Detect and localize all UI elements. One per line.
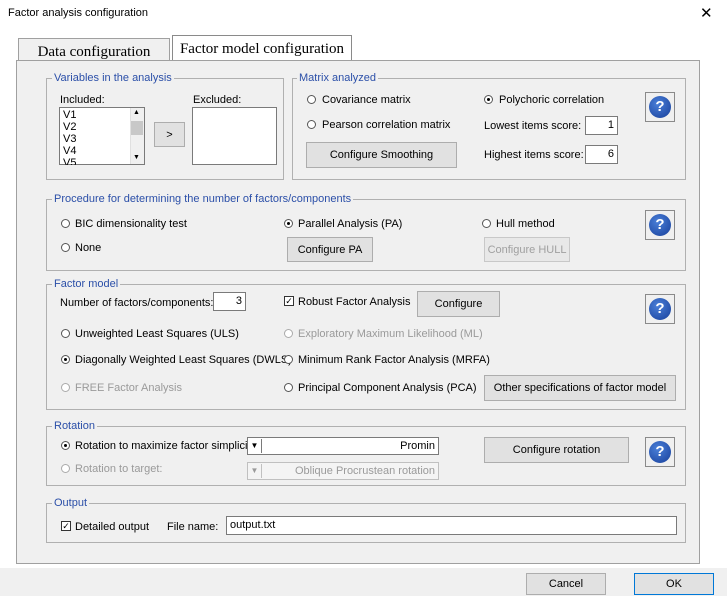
rotation-target-value: Oblique Procrustean rotation xyxy=(294,465,435,477)
pa-label: Parallel Analysis (PA) xyxy=(298,218,403,230)
detailed-output-label: Detailed output xyxy=(75,521,149,533)
list-item[interactable]: V1 xyxy=(63,109,76,121)
robust-checkbox[interactable]: ✓ xyxy=(284,296,294,306)
help-button-rotation[interactable]: ? xyxy=(645,437,675,467)
tab-factor-model-configuration[interactable]: Factor model configuration xyxy=(172,35,352,62)
rotation-maximize-value: Promin xyxy=(400,440,435,452)
list-item[interactable]: V2 xyxy=(63,121,76,133)
close-icon[interactable]: ✕ xyxy=(700,4,713,22)
configure-smoothing-button[interactable]: Configure Smoothing xyxy=(306,142,457,168)
pa-radio[interactable] xyxy=(284,219,293,228)
rotation-group-label: Rotation xyxy=(52,420,97,432)
list-item[interactable]: V3 xyxy=(63,133,76,145)
free-label: FREE Factor Analysis xyxy=(75,382,182,394)
none-radio[interactable] xyxy=(61,243,70,252)
chevron-down-icon[interactable]: ▼ xyxy=(248,464,262,478)
scroll-down-arrow[interactable]: ▼ xyxy=(133,154,140,161)
configure-robust-button[interactable]: Configure xyxy=(417,291,500,317)
help-button-factor-model[interactable]: ? xyxy=(645,294,675,324)
rotation-maximize-select[interactable]: ▼ Promin xyxy=(247,437,439,455)
covariance-label: Covariance matrix xyxy=(322,94,411,106)
file-name-input[interactable]: output.txt xyxy=(226,516,677,535)
hull-radio[interactable] xyxy=(482,219,491,228)
configure-hull-button[interactable]: Configure HULL xyxy=(484,237,570,262)
scroll-up-arrow[interactable]: ▲ xyxy=(133,109,140,116)
cancel-button[interactable]: Cancel xyxy=(526,573,606,595)
bic-label: BIC dimensionality test xyxy=(75,218,187,230)
rotation-target-label: Rotation to target: xyxy=(75,463,163,475)
dwls-radio[interactable] xyxy=(61,355,70,364)
pearson-label: Pearson correlation matrix xyxy=(322,119,451,131)
highest-score-label: Highest items score: xyxy=(484,149,584,161)
num-factors-input[interactable]: 3 xyxy=(213,292,246,311)
help-question-icon: ? xyxy=(649,298,671,320)
help-question-icon: ? xyxy=(649,441,671,463)
dwls-label: Diagonally Weighted Least Squares (DWLS) xyxy=(75,354,292,366)
polychoric-label: Polychoric correlation xyxy=(499,94,605,106)
configure-rotation-button[interactable]: Configure rotation xyxy=(484,437,629,463)
num-factors-label: Number of factors/components: xyxy=(60,297,214,309)
matrix-group-label: Matrix analyzed xyxy=(297,72,379,84)
rotation-target-select[interactable]: ▼ Oblique Procrustean rotation xyxy=(247,462,439,480)
help-button-procedure[interactable]: ? xyxy=(645,210,675,240)
rotation-maximize-label: Rotation to maximize factor simplicity: xyxy=(75,440,259,452)
none-label: None xyxy=(75,242,102,254)
ok-button[interactable]: OK xyxy=(634,573,714,595)
covariance-radio[interactable] xyxy=(307,95,316,104)
polychoric-radio[interactable] xyxy=(484,95,493,104)
chevron-down-icon[interactable]: ▼ xyxy=(248,439,262,453)
ml-label: Exploratory Maximum Likelihood (ML) xyxy=(298,328,483,340)
scroll-thumb[interactable] xyxy=(131,121,143,135)
list-item[interactable]: V4 xyxy=(63,145,76,157)
highest-score-input[interactable]: 6 xyxy=(585,145,618,164)
help-button-matrix[interactable]: ? xyxy=(645,92,675,122)
list-item[interactable]: V5 xyxy=(63,157,76,165)
hull-label: Hull method xyxy=(496,218,555,230)
uls-label: Unweighted Least Squares (ULS) xyxy=(75,328,239,340)
pca-label: Principal Component Analysis (PCA) xyxy=(298,382,477,394)
lowest-score-input[interactable]: 1 xyxy=(585,116,618,135)
bic-radio[interactable] xyxy=(61,219,70,228)
window-title: Factor analysis configuration xyxy=(8,7,149,19)
rotation-maximize-radio[interactable] xyxy=(61,441,70,450)
configure-pa-button[interactable]: Configure PA xyxy=(287,237,373,262)
factor-model-group-label: Factor model xyxy=(52,278,121,290)
variables-group-label: Variables in the analysis xyxy=(52,72,174,84)
output-group-label: Output xyxy=(52,497,90,509)
free-radio[interactable] xyxy=(61,383,70,392)
included-label: Included: xyxy=(60,94,105,106)
robust-label: Robust Factor Analysis xyxy=(298,296,411,308)
dialog-footer xyxy=(0,568,727,596)
uls-radio[interactable] xyxy=(61,329,70,338)
file-name-label: File name: xyxy=(167,521,219,533)
mrfa-radio[interactable] xyxy=(284,355,293,364)
tab-data-configuration[interactable]: Data configuration xyxy=(18,38,170,62)
move-variable-button[interactable]: > xyxy=(154,122,185,147)
other-specifications-button[interactable]: Other specifications of factor model xyxy=(484,375,676,401)
ml-radio[interactable] xyxy=(284,329,293,338)
lowest-score-label: Lowest items score: xyxy=(484,120,582,132)
excluded-list[interactable] xyxy=(192,107,277,165)
pca-radio[interactable] xyxy=(284,383,293,392)
help-question-icon: ? xyxy=(649,96,671,118)
excluded-label: Excluded: xyxy=(193,94,242,106)
procedure-group-label: Procedure for determining the number of … xyxy=(52,193,354,205)
pearson-radio[interactable] xyxy=(307,120,316,129)
detailed-output-checkbox[interactable]: ✓ xyxy=(61,521,71,531)
mrfa-label: Minimum Rank Factor Analysis (MRFA) xyxy=(298,354,490,366)
help-question-icon: ? xyxy=(649,214,671,236)
rotation-target-radio[interactable] xyxy=(61,464,70,473)
